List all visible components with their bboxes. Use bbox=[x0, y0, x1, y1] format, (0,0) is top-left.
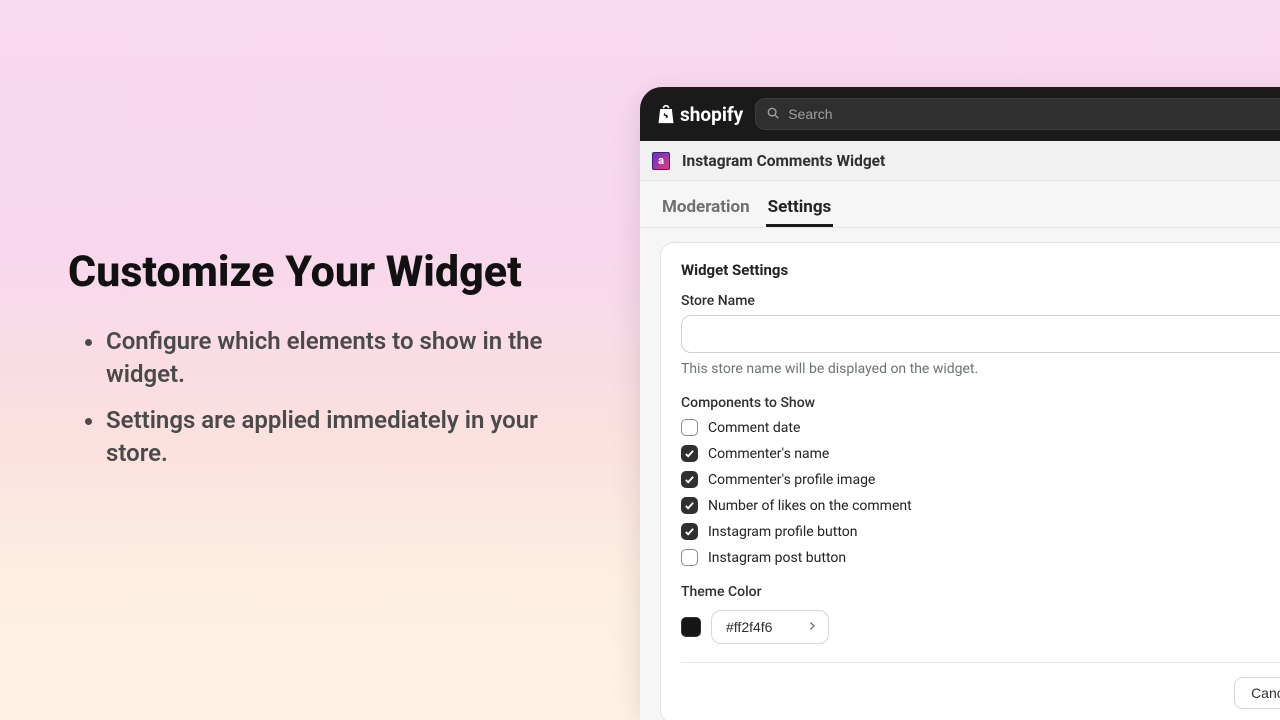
topbar: shopify 1 bbox=[640, 87, 1280, 141]
brand-text: shopify bbox=[680, 103, 743, 126]
checkbox-profile-image[interactable]: Commenter's profile image bbox=[681, 471, 1280, 488]
checkbox-label: Commenter's name bbox=[708, 446, 829, 462]
promo-bullets: Configure which elements to show in the … bbox=[68, 325, 588, 469]
cancel-button[interactable]: Cancel bbox=[1234, 677, 1280, 709]
search-input[interactable] bbox=[788, 106, 1280, 122]
theme-color-label: Theme Color bbox=[681, 584, 1280, 600]
checkbox-label: Commenter's profile image bbox=[708, 472, 875, 488]
theme-color-value: #ff2f4f6 bbox=[726, 619, 772, 635]
app-title: Instagram Comments Widget bbox=[682, 152, 885, 170]
widget-settings-card: Widget Settings Store Name This store na… bbox=[660, 242, 1280, 720]
checkbox-icon bbox=[681, 471, 698, 488]
checkbox-icon bbox=[681, 497, 698, 514]
checkbox-label: Instagram post button bbox=[708, 550, 846, 566]
checkbox-icon bbox=[681, 445, 698, 462]
theme-color-swatch[interactable] bbox=[681, 617, 701, 637]
tab-settings[interactable]: Settings bbox=[766, 191, 834, 227]
promo-stage: Customize Your Widget Configure which el… bbox=[0, 0, 1280, 720]
store-name-input[interactable] bbox=[681, 315, 1280, 353]
brand: shopify bbox=[654, 103, 743, 126]
card-heading: Widget Settings bbox=[681, 261, 1280, 279]
components-title: Components to Show bbox=[681, 395, 1280, 411]
theme-color-picker-button[interactable]: #ff2f4f6 bbox=[711, 610, 829, 644]
app-window: shopify 1 a Instagram Comments Widget Mo bbox=[640, 87, 1280, 720]
checkbox-label: Comment date bbox=[708, 420, 800, 436]
search-field[interactable] bbox=[755, 98, 1280, 130]
promo-copy: Customize Your Widget Configure which el… bbox=[68, 248, 588, 483]
checkbox-ig-profile-button[interactable]: Instagram profile button bbox=[681, 523, 1280, 540]
checkbox-num-likes[interactable]: Number of likes on the comment bbox=[681, 497, 1280, 514]
tabs: Moderation Settings bbox=[640, 181, 1280, 228]
app-icon: a bbox=[652, 152, 670, 170]
promo-headline: Customize Your Widget bbox=[68, 248, 588, 297]
store-name-hint: This store name will be displayed on the… bbox=[681, 361, 1280, 377]
checkbox-label: Instagram profile button bbox=[708, 524, 858, 540]
card-footer: Cancel S bbox=[681, 662, 1280, 709]
component-checkboxes: Comment date Commenter's name Commenter'… bbox=[681, 419, 1280, 566]
search-icon bbox=[766, 105, 780, 124]
chevron-right-icon bbox=[806, 619, 818, 635]
store-name-label: Store Name bbox=[681, 293, 1280, 309]
checkbox-icon bbox=[681, 419, 698, 436]
promo-bullet: Settings are applied immediately in your… bbox=[106, 404, 588, 469]
tab-moderation[interactable]: Moderation bbox=[660, 191, 752, 227]
app-title-bar: a Instagram Comments Widget bbox=[640, 141, 1280, 181]
theme-color-row: #ff2f4f6 bbox=[681, 610, 1280, 644]
checkbox-icon bbox=[681, 523, 698, 540]
shopify-bag-icon bbox=[656, 103, 676, 125]
promo-bullet: Configure which elements to show in the … bbox=[106, 325, 588, 390]
checkbox-ig-post-button[interactable]: Instagram post button bbox=[681, 549, 1280, 566]
checkbox-icon bbox=[681, 549, 698, 566]
checkbox-commenters-name[interactable]: Commenter's name bbox=[681, 445, 1280, 462]
checkbox-comment-date[interactable]: Comment date bbox=[681, 419, 1280, 436]
checkbox-label: Number of likes on the comment bbox=[708, 498, 912, 514]
